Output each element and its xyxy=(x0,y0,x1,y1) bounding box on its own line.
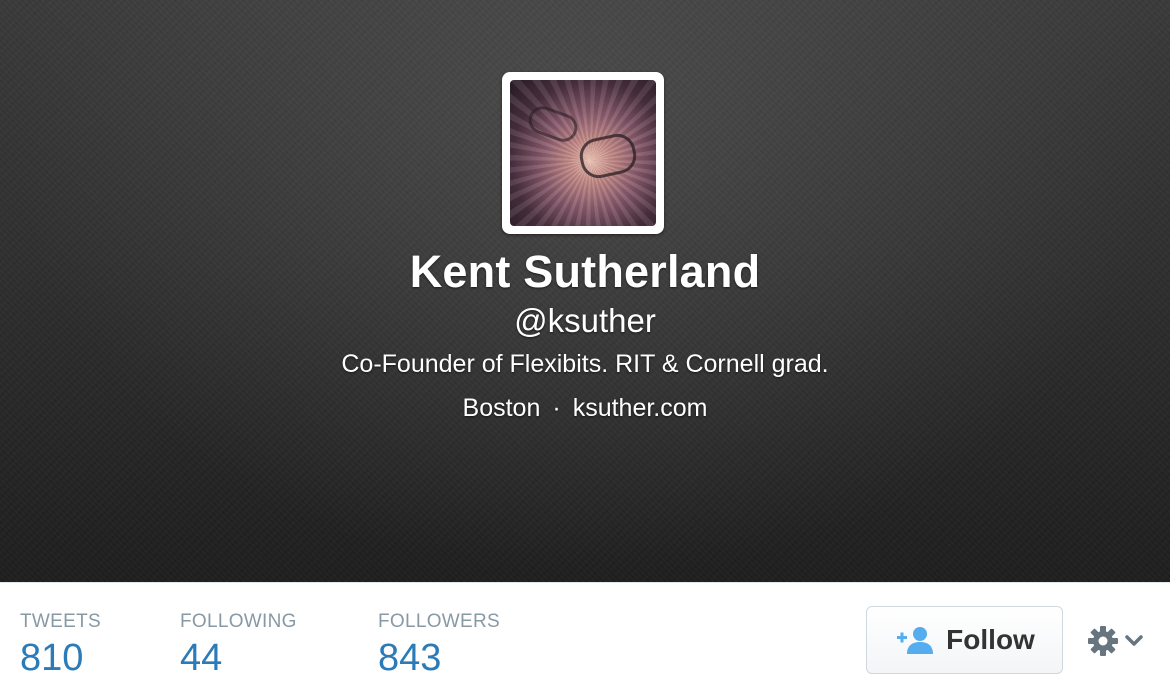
profile-website-link[interactable]: ksuther.com xyxy=(573,394,708,422)
gear-icon xyxy=(1088,626,1118,656)
profile-location: Boston xyxy=(462,394,541,422)
chevron-down-icon xyxy=(1125,635,1143,646)
meta-separator: · xyxy=(552,394,561,422)
profile-stats-bar: TWEETS 810 FOLLOWING 44 FOLLOWERS 843 Fo… xyxy=(0,582,1170,693)
stat-followers[interactable]: FOLLOWERS 843 xyxy=(378,611,500,680)
stat-following[interactable]: FOLLOWING 44 xyxy=(180,611,297,680)
profile-bio: Co-Founder of Flexibits. RIT & Cornell g… xyxy=(341,350,829,378)
profile-meta: Boston · ksuther.com xyxy=(0,394,1170,423)
stat-tweets[interactable]: TWEETS 810 xyxy=(20,611,101,680)
stat-label: FOLLOWERS xyxy=(378,611,500,632)
profile-header: Kent Sutherland @ksuther Co-Founder of F… xyxy=(0,0,1170,582)
stat-value: 44 xyxy=(180,637,223,679)
add-user-icon xyxy=(897,627,934,654)
stat-label: TWEETS xyxy=(20,611,101,632)
follow-button[interactable]: Follow xyxy=(866,606,1063,674)
avatar-image xyxy=(510,80,656,226)
stat-value: 810 xyxy=(20,637,84,679)
stat-label: FOLLOWING xyxy=(180,611,297,632)
follow-button-label: Follow xyxy=(946,624,1035,655)
profile-handle[interactable]: @ksuther xyxy=(0,302,1170,340)
avatar[interactable] xyxy=(502,72,664,234)
settings-dropdown-button[interactable] xyxy=(1086,621,1148,661)
profile-name: Kent Sutherland xyxy=(409,246,761,297)
stat-value: 843 xyxy=(378,637,442,679)
